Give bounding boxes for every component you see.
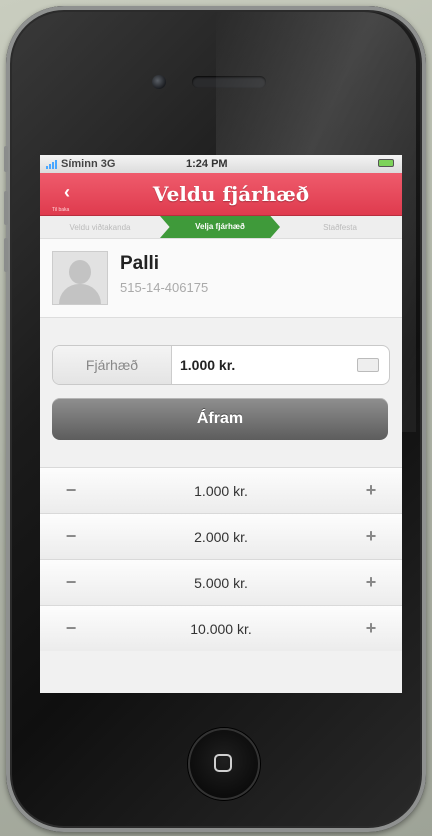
plus-icon[interactable]: + <box>358 524 384 550</box>
list-item: − 10.000 kr. + <box>40 605 402 651</box>
plus-icon[interactable]: + <box>358 570 384 596</box>
chevron-left-icon: ‹ <box>64 182 70 202</box>
volume-up-button <box>4 191 8 225</box>
home-button[interactable] <box>188 728 260 800</box>
silent-switch <box>4 146 8 172</box>
list-item: − 5.000 kr. + <box>40 559 402 605</box>
status-bar: Síminn 3G 1:24 PM <box>40 155 402 173</box>
amount-field[interactable]: Fjárhæð 1.000 kr. <box>52 345 390 385</box>
minus-icon[interactable]: − <box>58 616 84 642</box>
back-button[interactable]: ‹ <box>50 177 84 211</box>
app-screen: Síminn 3G 1:24 PM ‹ Til baka Veldu fjárh… <box>40 155 402 693</box>
page-title: Veldu fjárhæð <box>152 182 310 206</box>
contact-name: Palli <box>120 253 160 274</box>
contact-number: 515-14-406175 <box>120 280 209 295</box>
amount-option-label[interactable]: 10.000 kr. <box>190 621 252 637</box>
status-time: 1:24 PM <box>186 158 228 170</box>
step-indicator: Veldu viðtakanda Velja fjárhæð Staðfesta <box>40 216 402 239</box>
carrier-label: Síminn 3G <box>61 158 116 170</box>
earpiece-speaker <box>192 76 266 88</box>
list-item: − 1.000 kr. + <box>40 467 402 513</box>
home-square-icon <box>214 754 232 772</box>
amount-option-label[interactable]: 1.000 kr. <box>194 483 248 499</box>
continue-button[interactable]: Áfram <box>52 398 388 440</box>
nav-bar: ‹ Til baka Veldu fjárhæð <box>40 173 402 216</box>
volume-down-button <box>4 238 8 272</box>
amount-input[interactable]: 1.000 kr. <box>172 346 357 384</box>
minus-icon[interactable]: − <box>58 478 84 504</box>
contact-card[interactable]: Palli 515-14-406175 <box>40 239 402 318</box>
amount-option-label[interactable]: 5.000 kr. <box>194 575 248 591</box>
front-camera <box>152 75 166 89</box>
step-amount[interactable]: Velja fjárhæð <box>160 216 280 238</box>
step-confirm[interactable]: Staðfesta <box>280 223 400 232</box>
battery-icon <box>378 159 394 167</box>
amount-option-label[interactable]: 2.000 kr. <box>194 529 248 545</box>
minus-icon[interactable]: − <box>58 524 84 550</box>
plus-icon[interactable]: + <box>358 478 384 504</box>
back-sub-label: Til baka <box>52 207 70 213</box>
amount-list: − 1.000 kr. + − 2.000 kr. + − 5.000 kr. … <box>40 467 402 651</box>
avatar <box>52 251 108 305</box>
amount-label: Fjárhæð <box>53 346 172 384</box>
list-item: − 2.000 kr. + <box>40 513 402 559</box>
plus-icon[interactable]: + <box>358 616 384 642</box>
keyboard-icon[interactable] <box>357 358 379 372</box>
minus-icon[interactable]: − <box>58 570 84 596</box>
signal-icon <box>46 159 57 169</box>
step-recipient[interactable]: Veldu viðtakanda <box>40 223 160 232</box>
